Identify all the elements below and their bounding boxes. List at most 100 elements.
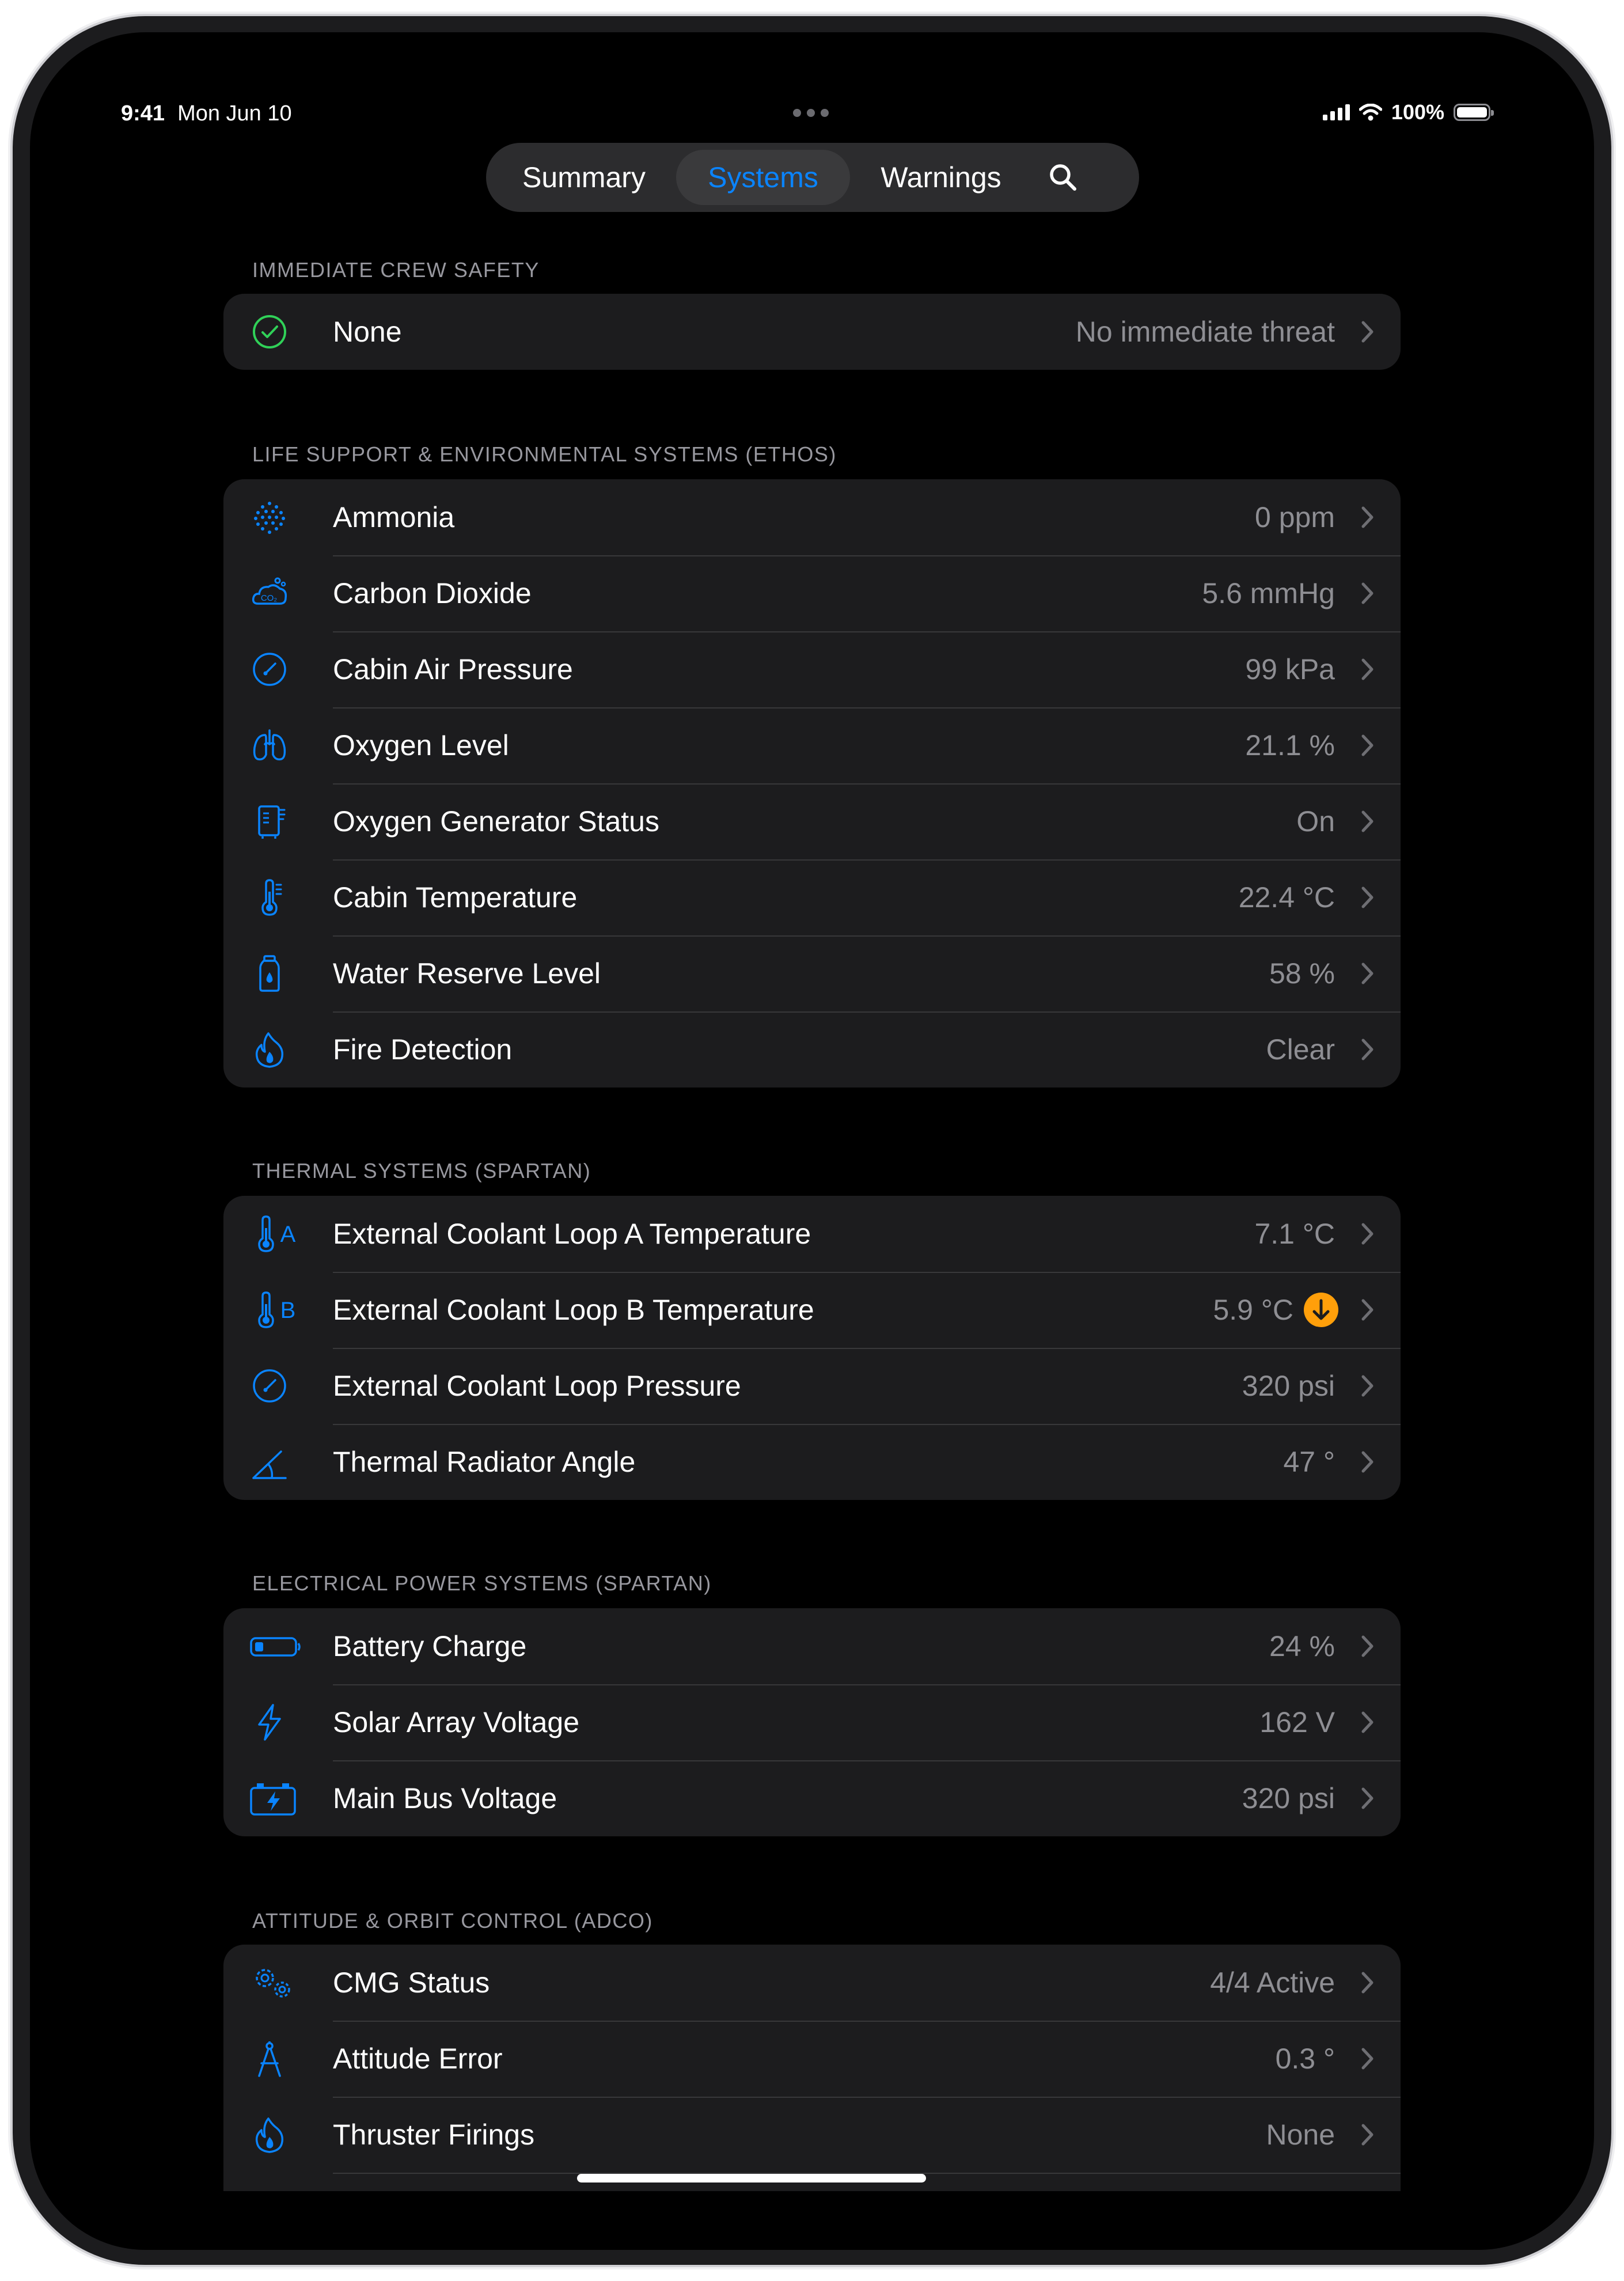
svg-text:B: B — [280, 1298, 296, 1323]
group-life-support: Ammonia 0 ppm CO₂ Carbon Dioxide 5.6 mmH… — [223, 479, 1401, 1088]
bolt-icon — [258, 1704, 281, 1741]
list-row-cabin-air-pressure[interactable]: Cabin Air Pressure 99 kPa — [223, 631, 1401, 707]
row-value: 7.1 °C — [1254, 1218, 1335, 1250]
chevron-right-icon — [1361, 1451, 1373, 1473]
list-row-water-reserve-level[interactable]: Water Reserve Level 58 % — [223, 935, 1401, 1011]
multitasking-dots[interactable] — [793, 109, 829, 117]
down-arrow-warning-icon — [1304, 1293, 1338, 1327]
chevron-right-icon — [1361, 810, 1373, 832]
list-row-oxygen-generator-status[interactable]: Oxygen Generator Status On — [223, 783, 1401, 859]
chevron-right-icon — [1361, 582, 1373, 604]
chevron-right-icon — [1361, 1711, 1373, 1733]
list-row-battery-charge[interactable]: Battery Charge 24 % — [223, 1608, 1401, 1684]
angle-icon — [252, 1450, 287, 1479]
status-time: 9:41 Mon Jun 10 — [121, 101, 292, 126]
generator-icon — [258, 805, 286, 839]
chevron-right-icon — [1361, 2124, 1373, 2146]
tab-bar: Summary Systems Warnings — [486, 143, 1139, 212]
list-row-thruster-firings[interactable]: Thruster Firings None — [223, 2097, 1401, 2173]
row-value: 47 ° — [1283, 1446, 1335, 1478]
list-row-attitude-error[interactable]: Attitude Error 0.3 ° — [223, 2021, 1401, 2097]
chevron-right-icon — [1361, 658, 1373, 680]
row-label: External Coolant Loop B Temperature — [333, 1294, 814, 1326]
list-row-ammonia[interactable]: Ammonia 0 ppm — [223, 479, 1401, 555]
list-row-cabin-temperature[interactable]: Cabin Temperature 22.4 °C — [223, 859, 1401, 935]
search-icon[interactable] — [1045, 159, 1082, 196]
svg-text:A: A — [280, 1222, 296, 1247]
chevron-right-icon — [1361, 1299, 1373, 1321]
row-label: Water Reserve Level — [333, 957, 601, 990]
list-row-thermal-radiator-angle[interactable]: Thermal Radiator Angle 47 ° — [223, 1424, 1401, 1500]
row-label: CMG Status — [333, 1966, 490, 1999]
flame-icon — [255, 2117, 284, 2153]
row-label: Cabin Air Pressure — [333, 653, 573, 685]
row-label: Cabin Temperature — [333, 881, 578, 914]
row-value: Clear — [1266, 1033, 1335, 1066]
row-value: 320 psi — [1242, 1782, 1335, 1814]
chevron-right-icon — [1361, 1375, 1373, 1397]
row-value: 0.3 ° — [1275, 2043, 1335, 2075]
chevron-right-icon — [1361, 2048, 1373, 2070]
tab-warnings[interactable]: Warnings — [855, 150, 1027, 205]
row-label: External Coolant Loop Pressure — [333, 1370, 741, 1402]
row-label: Fire Detection — [333, 1033, 513, 1066]
gauge-icon — [253, 653, 286, 686]
status-indicators: 100% — [1322, 100, 1494, 124]
status-time-text: 9:41 — [121, 101, 165, 126]
row-value: 5.9 °C — [1213, 1294, 1293, 1326]
chevron-right-icon — [1361, 1787, 1373, 1809]
list-row-main-bus-voltage[interactable]: Main Bus Voltage 320 psi — [223, 1760, 1401, 1836]
row-label: Battery Charge — [333, 1630, 527, 1662]
battery-percent: 100% — [1391, 100, 1444, 124]
list-row-coolant-loop-b-temp[interactable]: B External Coolant Loop B Temperature 5.… — [223, 1272, 1401, 1348]
water-bottle-icon — [259, 955, 280, 992]
svg-text:CO₂: CO₂ — [261, 593, 278, 603]
screen: 9:41 Mon Jun 10 100% Summary Systems Warn… — [30, 32, 1594, 2250]
chevron-right-icon — [1361, 1972, 1373, 1994]
co2-cloud-icon: CO₂ — [252, 577, 287, 605]
row-label: External Coolant Loop A Temperature — [333, 1218, 811, 1250]
row-value: 0 ppm — [1255, 501, 1335, 533]
chevron-right-icon — [1361, 506, 1373, 528]
battery-status-icon — [1454, 104, 1494, 121]
thermometer-a-icon: A — [258, 1215, 296, 1252]
list-row-coolant-loop-a-temp[interactable]: A External Coolant Loop A Temperature 7.… — [223, 1196, 1401, 1272]
dots-grid-icon — [254, 502, 285, 534]
tab-summary[interactable]: Summary — [498, 150, 670, 205]
row-value: No immediate threat — [1075, 316, 1335, 348]
list-row-none[interactable]: None No immediate threat — [223, 294, 1401, 370]
row-label: Oxygen Level — [333, 729, 509, 761]
row-value: 21.1 % — [1245, 729, 1335, 761]
home-indicator[interactable] — [577, 2174, 926, 2183]
section-header-safety: IMMEDIATE CREW SAFETY — [252, 258, 540, 282]
list-row-carbon-dioxide[interactable]: CO₂ Carbon Dioxide 5.6 mmHg — [223, 555, 1401, 631]
row-value: None — [1266, 2119, 1335, 2151]
group-safety: None No immediate threat — [223, 294, 1401, 370]
checkmark-circle-icon — [253, 315, 286, 348]
list-row-oxygen-level[interactable]: Oxygen Level 21.1 % — [223, 707, 1401, 783]
row-value: 99 kPa — [1245, 653, 1335, 685]
list-row-coolant-loop-pressure[interactable]: External Coolant Loop Pressure 320 psi — [223, 1348, 1401, 1424]
section-header-life-support: LIFE SUPPORT & ENVIRONMENTAL SYSTEMS (ET… — [252, 442, 837, 466]
thermometer-b-icon: B — [258, 1291, 296, 1328]
chevron-right-icon — [1361, 1039, 1373, 1060]
row-label: Attitude Error — [333, 2043, 503, 2075]
list-row-solar-array-voltage[interactable]: Solar Array Voltage 162 V — [223, 1684, 1401, 1760]
lungs-icon — [253, 729, 286, 761]
status-date: Mon Jun 10 — [177, 101, 292, 126]
row-label: Oxygen Generator Status — [333, 805, 659, 838]
tab-systems[interactable]: Systems — [676, 150, 850, 205]
group-thermal: A External Coolant Loop A Temperature 7.… — [223, 1196, 1401, 1500]
device-side-button — [8, 1889, 13, 1958]
row-value: 162 V — [1259, 1706, 1335, 1738]
list-row-fire-detection[interactable]: Fire Detection Clear — [223, 1011, 1401, 1088]
row-label: Main Bus Voltage — [333, 1782, 557, 1814]
group-electrical: Battery Charge 24 % Solar Array Voltage … — [223, 1608, 1401, 1836]
row-label: Carbon Dioxide — [333, 577, 532, 609]
row-label: Thermal Radiator Angle — [333, 1446, 636, 1478]
section-header-electrical: ELECTRICAL POWER SYSTEMS (SPARTAN) — [252, 1571, 712, 1595]
chevron-right-icon — [1361, 734, 1373, 756]
list-row-cmg-status[interactable]: CMG Status 4/4 Active — [223, 1945, 1401, 2021]
wifi-icon — [1359, 104, 1382, 121]
device-side-button — [8, 1993, 13, 2079]
